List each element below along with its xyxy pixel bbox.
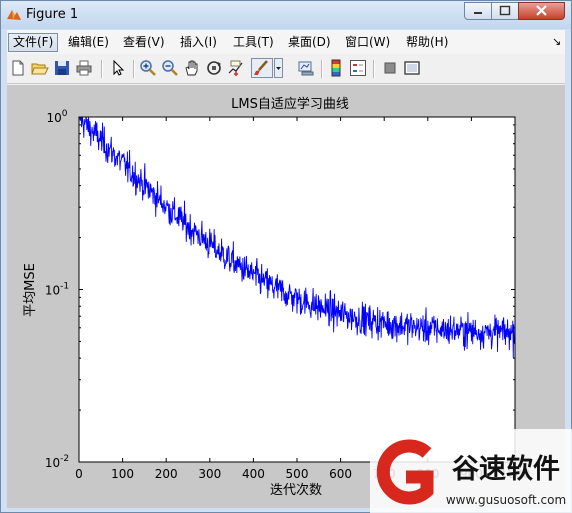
watermark-url: www.gusuosoft.com	[446, 493, 566, 507]
link-plot-icon[interactable]	[297, 59, 315, 77]
brush-icon[interactable]	[251, 58, 273, 78]
minimize-icon	[474, 12, 482, 14]
edit-plot-arrow-icon[interactable]	[109, 59, 127, 77]
maximize-button[interactable]	[491, 2, 519, 20]
menu-tools[interactable]: 工具(T)	[229, 33, 278, 52]
figure-toolbar	[7, 55, 565, 84]
x-tick-label: 600	[329, 467, 352, 481]
menu-insert[interactable]: 插入(I)	[176, 33, 221, 52]
close-icon	[536, 5, 547, 16]
menu-desktop[interactable]: 桌面(D)	[284, 33, 335, 52]
watermark-logo: 谷速软件 www.gusuosoft.com	[370, 429, 572, 513]
save-icon[interactable]	[53, 59, 71, 77]
x-tick-label: 300	[198, 467, 221, 481]
y-tick-label: 10-2	[45, 454, 69, 470]
zoom-in-icon[interactable]	[139, 59, 157, 77]
watermark-brand: 谷速软件	[452, 454, 560, 485]
x-tick-label: 200	[155, 467, 178, 481]
menu-help[interactable]: 帮助(H)	[402, 33, 452, 52]
rotate-3d-icon[interactable]	[205, 59, 223, 77]
x-tick-label: 100	[111, 467, 134, 481]
window-title: Figure 1	[26, 7, 79, 22]
menu-overflow-icon[interactable]: ↘	[552, 35, 561, 48]
new-figure-icon[interactable]	[9, 59, 27, 77]
y-tick-label: 10-1	[45, 282, 69, 298]
legend-icon[interactable]	[349, 59, 367, 77]
title-bar[interactable]: Figure 1	[1, 1, 571, 29]
close-button[interactable]	[518, 2, 565, 20]
maximize-icon	[499, 5, 511, 16]
y-tick-label: 100	[46, 109, 67, 125]
data-cursor-icon[interactable]	[227, 59, 245, 77]
open-file-icon[interactable]	[31, 59, 49, 77]
minimize-button[interactable]	[464, 2, 492, 20]
menu-file[interactable]: 文件(F)	[8, 33, 59, 52]
matlab-figure-icon	[7, 10, 21, 20]
pan-hand-icon[interactable]	[183, 59, 201, 77]
menu-bar: 文件(F) 编辑(E) 查看(V) 插入(I) 工具(T) 桌面(D) 窗口(W…	[7, 30, 565, 54]
print-icon[interactable]	[75, 59, 93, 77]
show-plot-tools-icon[interactable]	[403, 59, 421, 77]
hide-plot-tools-icon[interactable]	[381, 59, 399, 77]
x-tick-label: 0	[75, 467, 83, 481]
menu-view[interactable]: 查看(V)	[119, 33, 169, 52]
x-tick-label: 400	[242, 467, 265, 481]
colorbar-icon[interactable]	[327, 59, 345, 77]
y-axis-label: 平均MSE	[23, 263, 38, 317]
menu-window[interactable]: 窗口(W)	[341, 33, 394, 52]
chart-title: LMS自适应学习曲线	[231, 96, 349, 112]
zoom-out-icon[interactable]	[161, 59, 179, 77]
x-tick-label: 500	[286, 467, 309, 481]
brush-dropdown-icon[interactable]	[274, 58, 283, 78]
x-axis-label: 迭代次数	[270, 482, 322, 498]
menu-edit[interactable]: 编辑(E)	[64, 33, 113, 52]
